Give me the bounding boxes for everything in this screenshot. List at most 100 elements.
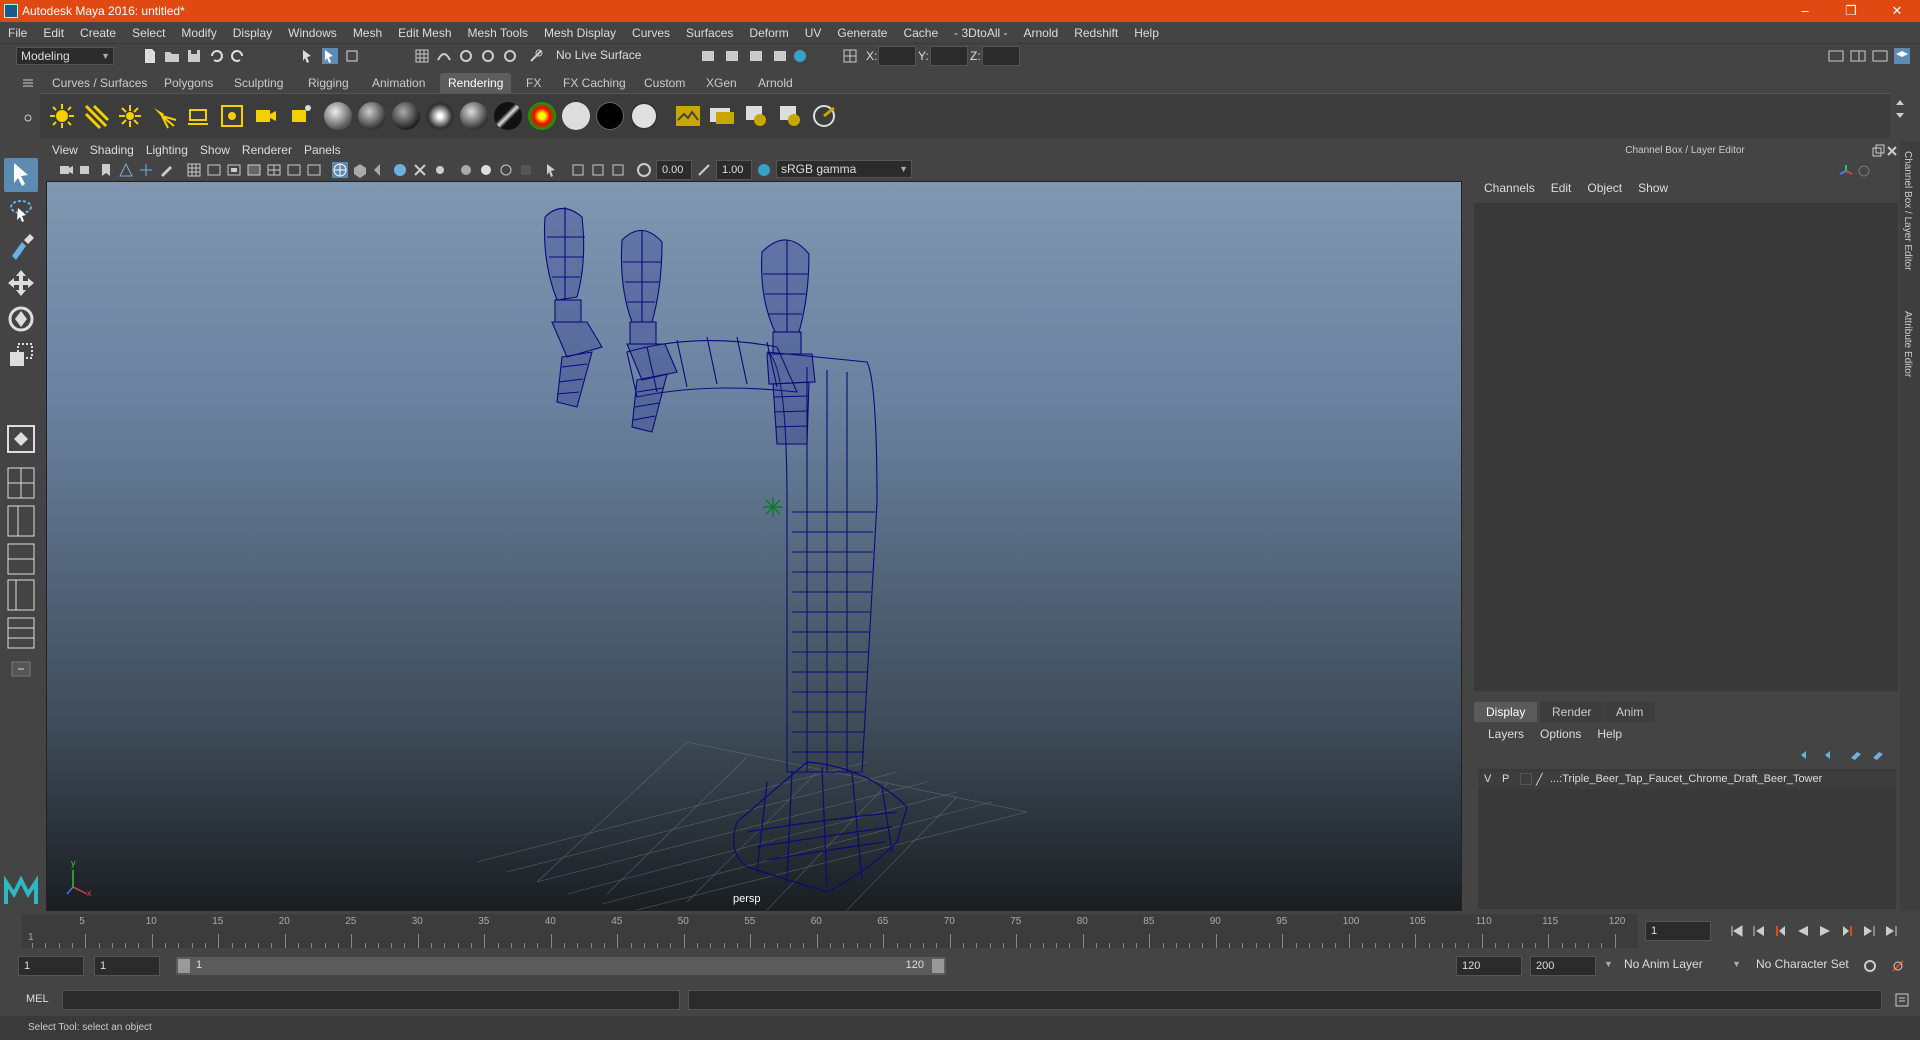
gate-mask-icon[interactable] — [246, 162, 262, 178]
film-gate-icon[interactable] — [206, 162, 222, 178]
open-scene-icon[interactable] — [164, 48, 180, 64]
shelf-settings-icon[interactable] — [20, 110, 36, 126]
animation-start-field[interactable]: 1 — [18, 956, 84, 976]
maximize-button[interactable]: ❐ — [1828, 0, 1874, 22]
menu-generate[interactable]: Generate — [829, 22, 895, 44]
layers-toggle-icon[interactable] — [1894, 48, 1910, 64]
menu-create[interactable]: Create — [72, 22, 124, 44]
point-light-icon[interactable] — [116, 102, 144, 130]
menu-curves[interactable]: Curves — [624, 22, 678, 44]
select-camera-icon[interactable] — [58, 162, 74, 178]
range-end-handle[interactable] — [932, 959, 944, 973]
transform-mode-icon[interactable] — [842, 48, 858, 64]
tab-rendering[interactable]: Rendering — [440, 73, 512, 93]
menu-modify[interactable]: Modify — [173, 22, 224, 44]
twod-pan-zoom-icon[interactable] — [138, 162, 154, 178]
layer-row[interactable]: V P ╱ ...:Triple_Beer_Tap_Faucet_Chrome_… — [1478, 771, 1896, 789]
menu-help[interactable]: Help — [1126, 22, 1167, 44]
animation-end-field[interactable]: 200 — [1530, 956, 1596, 976]
menu-display[interactable]: Display — [225, 22, 280, 44]
viewport-menu-shading[interactable]: Shading — [84, 141, 140, 159]
snap-curve-icon[interactable] — [436, 48, 452, 64]
resolution-gate-icon[interactable] — [226, 162, 242, 178]
volume-light-icon[interactable] — [218, 102, 246, 130]
tab-arnold[interactable]: Arnold — [750, 73, 801, 93]
layer-menu-help[interactable]: Help — [1589, 725, 1630, 743]
tab-channel-box-vertical[interactable]: Channel Box / Layer Editor — [1902, 151, 1913, 271]
view-transform-dropdown[interactable]: sRGB gamma ▼ — [776, 160, 912, 178]
shadows-icon[interactable] — [458, 162, 474, 178]
menu-cache[interactable]: Cache — [895, 22, 946, 44]
lambert-material-icon[interactable] — [358, 102, 386, 130]
spot-light-icon[interactable] — [150, 102, 178, 130]
scale-tool-icon[interactable] — [4, 338, 38, 372]
new-layer-selected-icon[interactable] — [1870, 747, 1886, 763]
command-language-label[interactable]: MEL — [26, 993, 49, 1005]
step-forward-frame-icon[interactable] — [1839, 923, 1855, 939]
current-frame-field[interactable]: 1 — [1645, 921, 1711, 941]
tab-display[interactable]: Display — [1474, 702, 1538, 722]
perspective-viewport[interactable]: y x persp — [46, 181, 1462, 911]
viewport-menu-renderer[interactable]: Renderer — [236, 141, 298, 159]
menu-file[interactable]: File — [0, 22, 35, 44]
bookmarks-icon[interactable] — [98, 162, 114, 178]
menu-edit-mesh[interactable]: Edit Mesh — [390, 22, 459, 44]
snap-grid-icon[interactable] — [414, 48, 430, 64]
playback-start-field[interactable]: 1 — [94, 956, 160, 976]
menu-windows[interactable]: Windows — [280, 22, 345, 44]
wireframe-on-shaded-icon[interactable] — [392, 162, 408, 178]
time-slider[interactable]: 1 5 10 15 20 25 30 35 40 45 50 55 60 65 70 75 80 85 90 95 1… — [22, 914, 1638, 948]
wireframe-mode-icon[interactable] — [332, 162, 348, 178]
script-editor-icon[interactable] — [1894, 992, 1910, 1008]
viewport-menu-lighting[interactable]: Lighting — [140, 141, 194, 159]
ambient-occlusion-icon[interactable] — [478, 162, 494, 178]
tab-render[interactable]: Render — [1540, 702, 1604, 722]
make-live-icon[interactable] — [528, 48, 544, 64]
new-scene-icon[interactable] — [142, 48, 158, 64]
tab-attribute-editor-vertical[interactable]: Attribute Editor — [1902, 311, 1913, 377]
chevron-down-icon[interactable]: ▼ — [1604, 959, 1613, 969]
move-layer-up-icon[interactable] — [1798, 747, 1814, 763]
select-hierarchy-icon[interactable] — [300, 48, 316, 64]
viewport-menu-view[interactable]: View — [46, 141, 84, 159]
grease-pencil-icon[interactable] — [158, 162, 174, 178]
batch-render-icon[interactable] — [810, 102, 838, 130]
single-perspective-layout-icon[interactable] — [4, 422, 38, 456]
tab-anim[interactable]: Anim — [1604, 702, 1656, 722]
channel-menu-show[interactable]: Show — [1630, 179, 1676, 197]
layer-visibility-toggle[interactable]: V — [1484, 773, 1491, 785]
menu-select[interactable]: Select — [124, 22, 173, 44]
default-material-icon[interactable] — [372, 162, 388, 178]
layer-display-type[interactable] — [1520, 773, 1532, 785]
blinn-material-icon[interactable] — [324, 102, 352, 130]
menu-3dtoall[interactable]: - 3DtoAll - — [946, 22, 1015, 44]
ipr-render-shelf-icon[interactable] — [742, 102, 770, 130]
image-plane-icon[interactable] — [118, 162, 134, 178]
z-field[interactable] — [982, 46, 1020, 66]
rotate-tool-icon[interactable] — [4, 302, 38, 336]
snap-view-plane-icon[interactable] — [502, 48, 518, 64]
menu-uv[interactable]: UV — [797, 22, 830, 44]
hypershade-layout-icon[interactable] — [4, 616, 38, 650]
field-chart-icon[interactable] — [266, 162, 282, 178]
safe-title-icon[interactable] — [306, 162, 322, 178]
shading-map-icon[interactable] — [630, 102, 658, 130]
more-layouts-icon[interactable] — [4, 652, 38, 686]
xray-active-icon[interactable] — [570, 162, 586, 178]
step-back-key-icon[interactable] — [1751, 923, 1767, 939]
four-view-layout-icon[interactable] — [4, 466, 38, 500]
workspace-icon[interactable] — [1828, 48, 1844, 64]
persp-graph-layout-icon[interactable] — [4, 542, 38, 576]
anti-aliasing-icon[interactable] — [518, 162, 534, 178]
viewport-menu-panels[interactable]: Panels — [298, 141, 347, 159]
snap-point-icon[interactable] — [458, 48, 474, 64]
layer-menu-layers[interactable]: Layers — [1480, 725, 1532, 743]
camera-attributes-icon[interactable] — [78, 162, 94, 178]
go-to-end-icon[interactable] — [1883, 923, 1899, 939]
play-forwards-icon[interactable] — [1817, 923, 1833, 939]
xray-joints-icon[interactable] — [590, 162, 606, 178]
render-current-frame-icon[interactable] — [708, 102, 736, 130]
surface-shader-icon[interactable] — [562, 102, 590, 130]
ramp-shader-icon[interactable] — [528, 102, 556, 130]
menu-redshift[interactable]: Redshift — [1066, 22, 1126, 44]
